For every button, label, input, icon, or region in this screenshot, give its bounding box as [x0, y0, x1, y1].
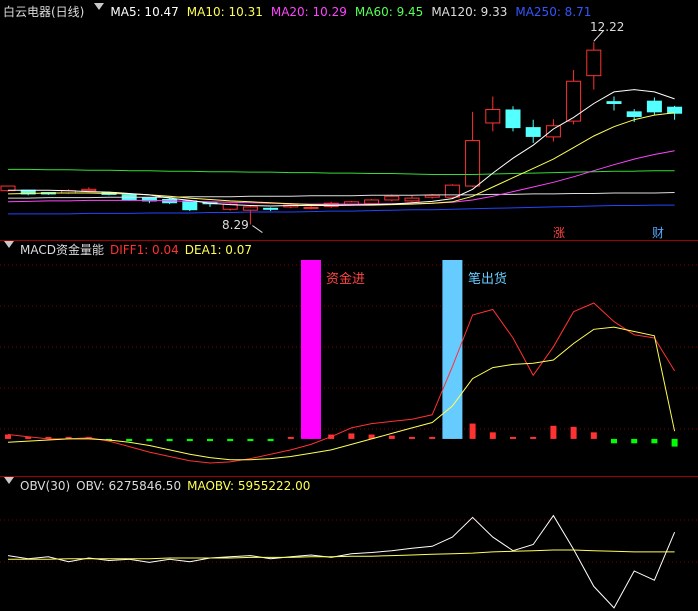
macd-histogram-bar — [590, 432, 597, 439]
obv-title: OBV(30) — [20, 479, 71, 493]
low-price-label: 8.29 — [222, 218, 249, 232]
candle-body — [424, 194, 440, 198]
macd-histogram-bar — [247, 438, 254, 442]
macd-histogram-bar — [550, 425, 557, 439]
candle-body — [303, 206, 319, 209]
candle-body — [465, 140, 481, 187]
dea-label: DEA1: 0.07 — [184, 243, 253, 257]
candle-body — [606, 101, 622, 104]
macd-histogram-bar — [287, 436, 294, 439]
ma-legend-item: MA120: 9.33 — [431, 5, 508, 19]
macd-histogram-bar — [469, 423, 476, 439]
candle-body — [384, 195, 400, 201]
candle-body — [182, 200, 198, 211]
candle-body — [404, 197, 420, 202]
candle-body — [667, 106, 683, 114]
candle-body — [626, 111, 642, 117]
maobv-value-label: MAOBV: 5955222.00 — [187, 479, 311, 493]
macd-histogram-bar — [146, 438, 153, 442]
macd-histogram-bar — [510, 436, 516, 439]
candle-body — [81, 188, 97, 192]
macd-histogram-bar — [530, 436, 537, 439]
macd-histogram-bar — [409, 436, 415, 439]
obv-header: OBV(30) OBV: 6275846.50 MAOBV: 5955222.0… — [3, 477, 316, 495]
candle-body — [485, 109, 501, 124]
capital-in-annotation: 资金进 — [326, 272, 366, 287]
low-marker-arrow — [252, 225, 263, 233]
obv-value-label: OBV: 6275846.50 — [76, 479, 182, 493]
macd-histogram-bar — [429, 436, 436, 439]
stock-chart[interactable] — [0, 0, 698, 611]
macd-histogram-bar — [611, 438, 617, 444]
sell-off-annotation: 笔出货 — [468, 272, 508, 287]
candle-body — [566, 80, 582, 122]
macd-histogram-bar — [388, 435, 395, 439]
ma60-line — [8, 168, 675, 175]
candle-body — [586, 49, 602, 77]
macd-dropdown-triangle-icon[interactable] — [4, 241, 14, 248]
ma-legend-item: MA5: 10.47 — [110, 5, 179, 19]
cai-label: 财 — [652, 226, 665, 240]
obv-line — [7, 514, 676, 609]
macd-histogram-bar — [570, 426, 577, 439]
candle-body — [505, 109, 521, 129]
dea1-line — [7, 326, 676, 461]
ma-legend-item: MA60: 9.45 — [354, 5, 424, 19]
macd-title: MACD资金量能 — [20, 243, 104, 257]
ma250-line — [8, 204, 675, 215]
dropdown-triangle-icon[interactable] — [94, 3, 105, 10]
candle-body — [263, 207, 279, 210]
macd-histogram-bar — [671, 438, 678, 447]
macd-histogram-bar — [227, 438, 234, 442]
macd-histogram-bar — [166, 438, 173, 442]
macd-histogram-bar — [489, 432, 496, 439]
macd-histogram-bar — [207, 438, 213, 442]
zhang-label: 涨 — [553, 226, 566, 240]
macd-histogram-bar — [651, 438, 658, 444]
macd-histogram-bar — [186, 438, 193, 442]
ma-legend-item: MA20: 10.29 — [270, 5, 347, 19]
candle-body — [242, 206, 258, 211]
candle-body — [525, 127, 541, 137]
macd-histogram-bar — [267, 438, 274, 442]
ma-legend-item: MA250: 8.71 — [515, 5, 592, 19]
candle-body — [545, 125, 561, 138]
diff-label: DIFF1: 0.04 — [109, 243, 179, 257]
candle-body — [364, 199, 380, 205]
main-header: 白云电器(日线) MA5: 10.47 MA10: 10.31 MA20: 10.2… — [3, 3, 605, 21]
macd-histogram-bar — [348, 433, 355, 439]
high-price-label: 12.22 — [590, 20, 625, 34]
ma-legend: MA5: 10.47 MA10: 10.31 MA20: 10.29 MA60: 9.… — [110, 3, 599, 21]
capital-in-bar — [301, 260, 321, 439]
chart-title: 白云电器(日线) — [3, 5, 85, 19]
macd-header: MACD资金量能 DIFF1: 0.04 DEA1: 0.07 — [3, 241, 258, 259]
candle-body — [646, 100, 662, 113]
obv-dropdown-triangle-icon[interactable] — [4, 477, 14, 484]
ma-legend-item: MA10: 10.31 — [186, 5, 263, 19]
macd-histogram-bar — [126, 438, 133, 442]
macd-histogram-bar — [631, 438, 638, 444]
ma10-line — [7, 112, 675, 206]
